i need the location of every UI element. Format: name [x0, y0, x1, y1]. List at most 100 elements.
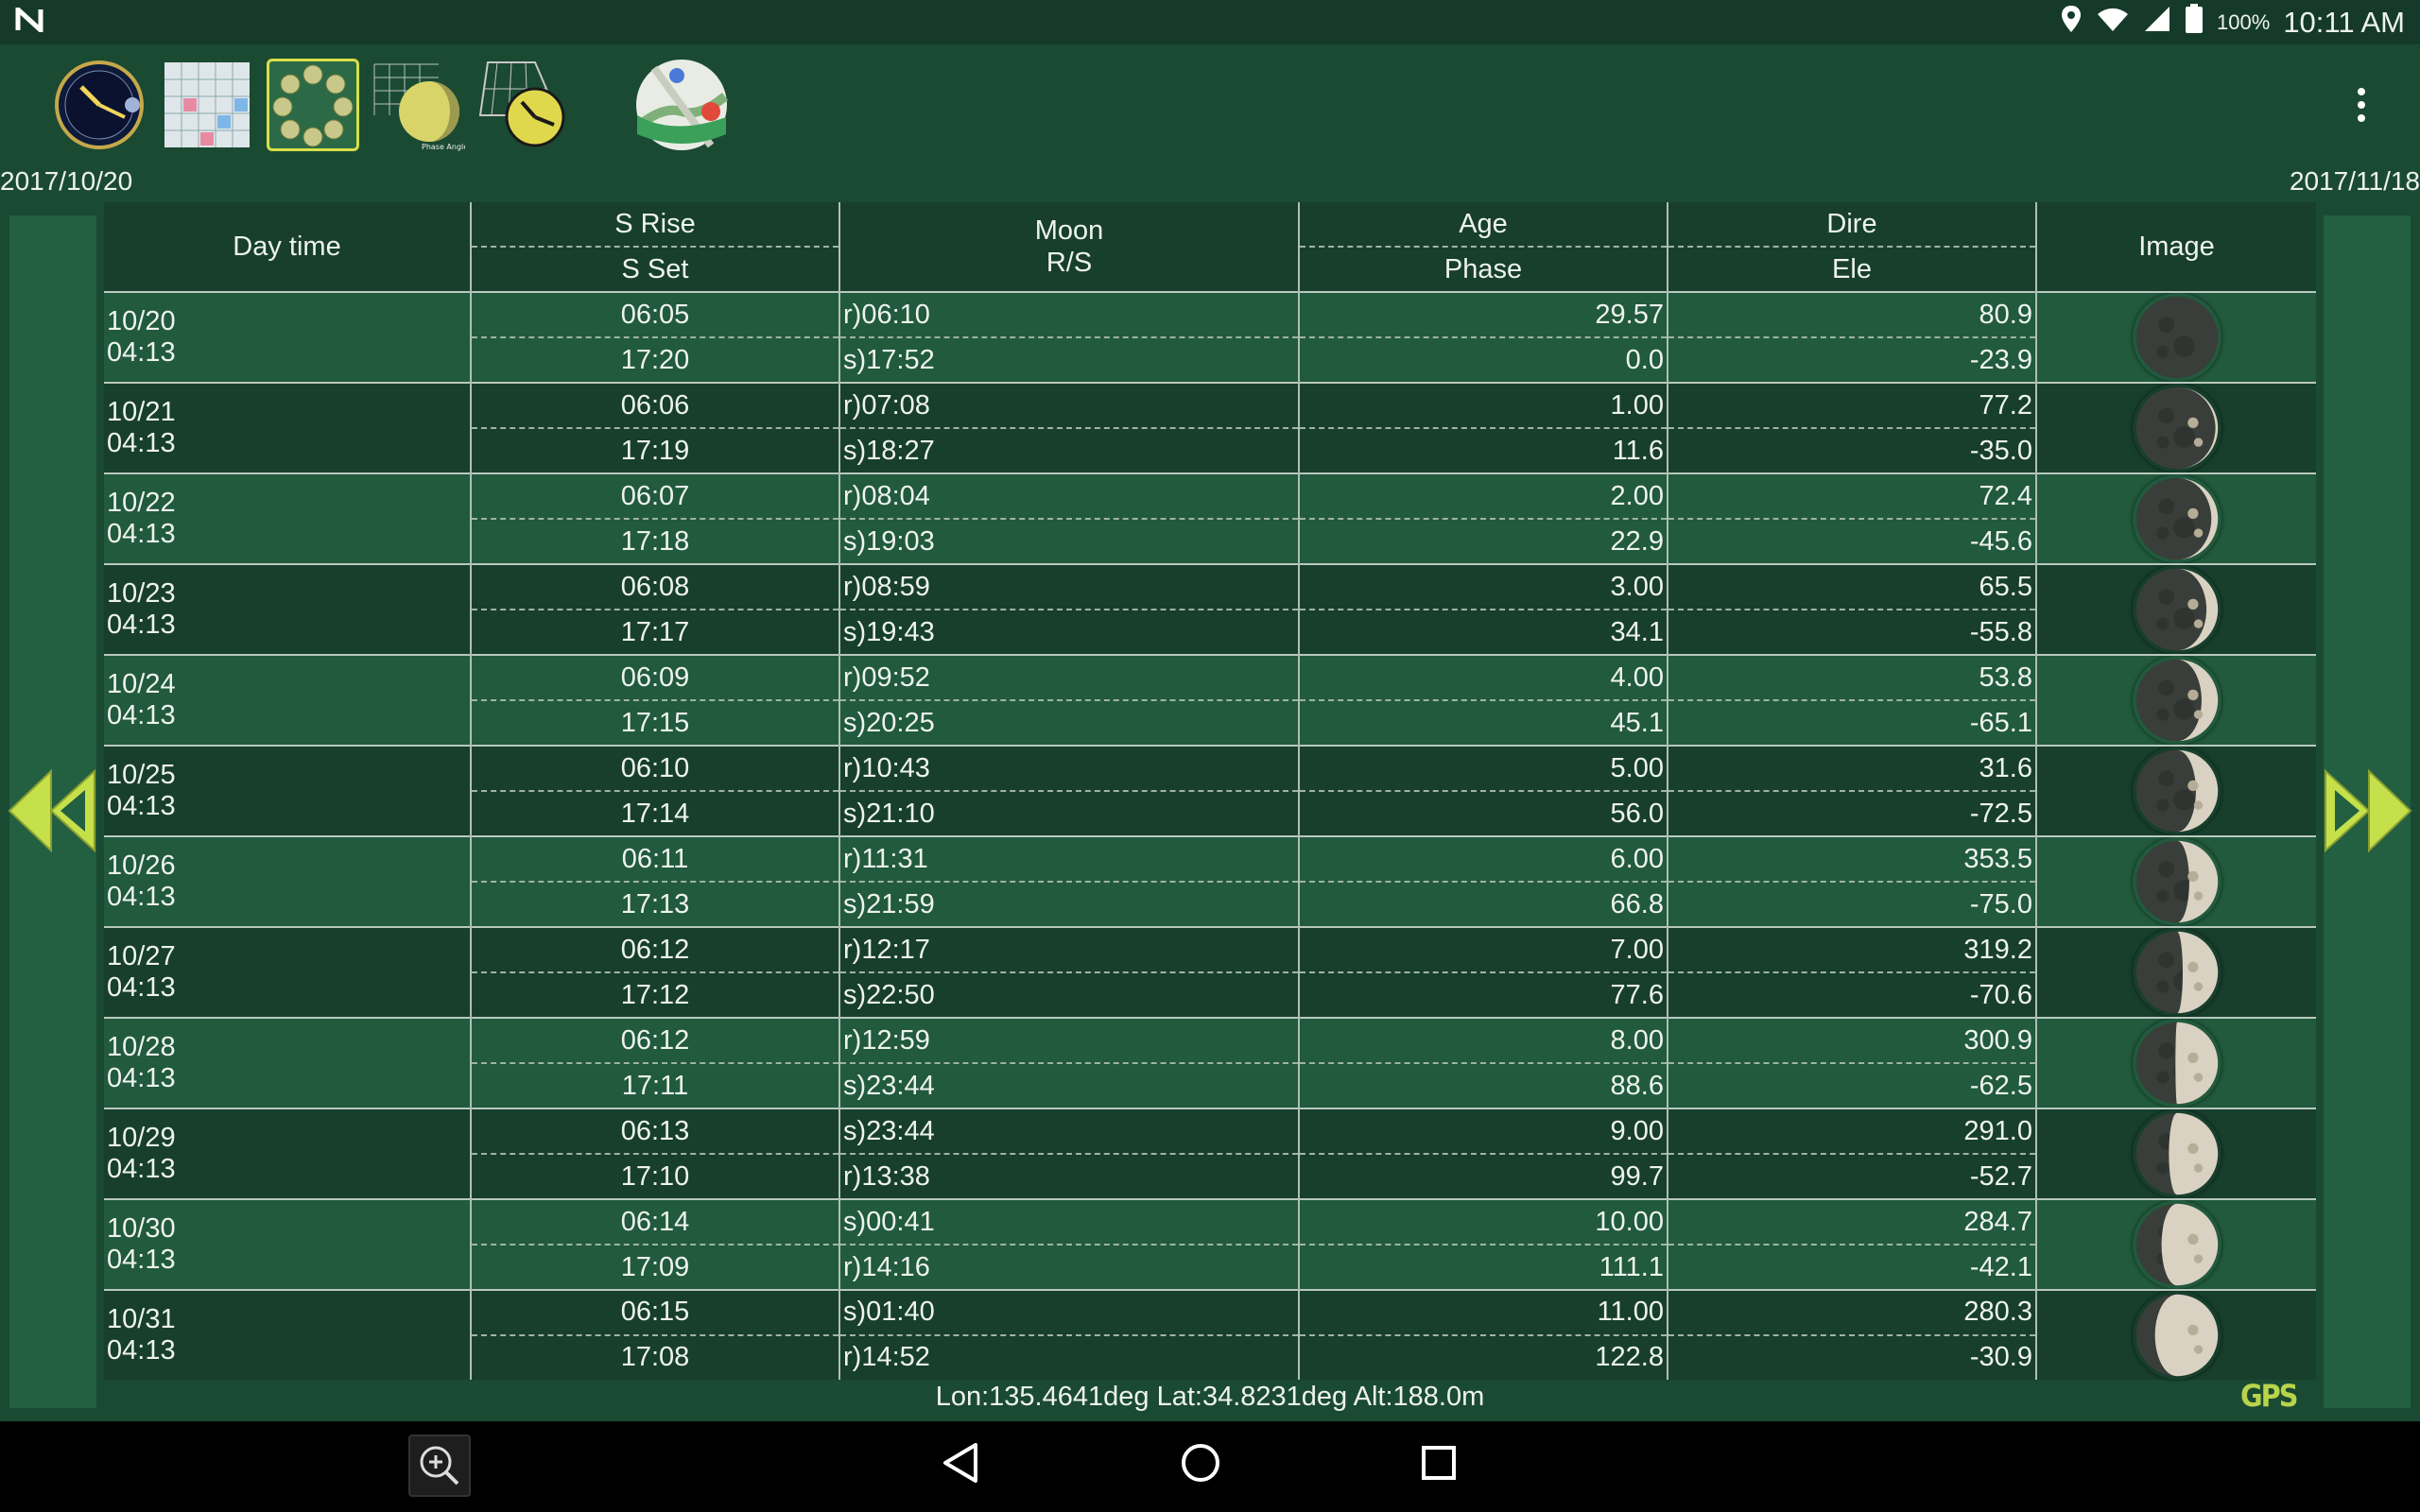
- moon-phase-icon: [2040, 1019, 2313, 1108]
- cell-direction: 284.7: [1667, 1199, 2036, 1245]
- cell-elevation: -70.6: [1667, 971, 2036, 1018]
- cell-sun-rise: 06:09: [470, 655, 839, 700]
- cell-time: 04:13: [107, 337, 176, 368]
- table-row: 10/27 04:13 06:12 r)12:17 7.00 319.2: [104, 927, 2316, 1018]
- cell-phase: 34.1: [1298, 609, 1668, 655]
- cell-sun-rise: 06:14: [470, 1199, 839, 1245]
- phase-angle-caption: Phase Angle: [422, 143, 465, 151]
- moon-phase-icon: [2040, 565, 2313, 654]
- map-icon[interactable]: [635, 59, 729, 151]
- header-day-time: Day time: [104, 202, 471, 292]
- cell-moon-event-1: r)10:43: [838, 746, 1299, 791]
- cell-moon-event-1: r)12:59: [838, 1018, 1299, 1063]
- cell-moon-event-2: s)21:59: [838, 881, 1299, 927]
- cell-moon-event-2: r)14:16: [838, 1244, 1299, 1290]
- clock-dial-icon[interactable]: [53, 59, 146, 151]
- cell-age: 6.00: [1298, 836, 1668, 882]
- cell-date: 10/26: [107, 850, 176, 881]
- cell-elevation: -52.7: [1667, 1153, 2036, 1199]
- cell-date-time: 10/29 04:13: [104, 1108, 471, 1199]
- cell-elevation: -65.1: [1667, 699, 2036, 746]
- cell-moon-event-1: r)08:59: [838, 564, 1299, 610]
- cell-elevation: -42.1: [1667, 1244, 2036, 1290]
- cell-sun-rise: 06:11: [470, 836, 839, 882]
- zoom-in-icon[interactable]: [408, 1435, 471, 1497]
- ephemeris-table: Day time S Rise Moon R/S Age Dire Image …: [104, 202, 2316, 1380]
- cell-direction: 300.9: [1667, 1018, 2036, 1063]
- cell-moon-image: [2035, 1108, 2316, 1199]
- cell-sun-set: 17:13: [470, 881, 839, 927]
- cell-moon-image: [2035, 836, 2316, 927]
- cell-sun-rise: 06:12: [470, 1018, 839, 1063]
- cell-date-time: 10/24 04:13: [104, 655, 471, 746]
- cell-phase: 0.0: [1298, 336, 1668, 383]
- system-nav-bar: [0, 1421, 2420, 1512]
- cell-date: 10/23: [107, 578, 176, 609]
- cell-elevation: -30.9: [1667, 1333, 2036, 1380]
- cell-date-time: 10/30 04:13: [104, 1199, 471, 1290]
- cell-moon-event-1: s)00:41: [838, 1199, 1299, 1245]
- moon-phase-grid-icon[interactable]: [267, 59, 359, 151]
- next-page-arrow-icon[interactable]: [2322, 765, 2412, 856]
- cell-moon-event-1: r)09:52: [838, 655, 1299, 700]
- cell-time: 04:13: [107, 1154, 176, 1184]
- cell-moon-image: [2035, 473, 2316, 564]
- calendar-grid-icon[interactable]: [161, 59, 253, 151]
- header-direction: Dire: [1667, 202, 2036, 247]
- cell-time: 04:13: [107, 1335, 176, 1366]
- cell-phase: 66.8: [1298, 881, 1668, 927]
- moon-phase-icon: [2040, 384, 2313, 472]
- cell-date: 10/24: [107, 669, 176, 699]
- home-icon[interactable]: [1180, 1442, 1221, 1488]
- cell-time: 04:13: [107, 791, 176, 821]
- cell-direction: 65.5: [1667, 564, 2036, 610]
- status-bar: 100% 10:11 AM: [0, 0, 2420, 44]
- header-sun-rise: S Rise: [470, 202, 839, 247]
- moon-phase-icon: [2040, 293, 2313, 382]
- table-row: 10/23 04:13 06:08 r)08:59 3.00 65.5: [104, 564, 2316, 655]
- moon-phase-icon: [2040, 1291, 2313, 1380]
- cell-moon-event-1: s)23:44: [838, 1108, 1299, 1154]
- cell-moon-event-1: r)12:17: [838, 927, 1299, 972]
- battery-icon: [2185, 3, 2204, 42]
- cell-sun-rise: 06:05: [470, 292, 839, 337]
- cell-moon-event-2: r)13:38: [838, 1153, 1299, 1199]
- cell-time: 04:13: [107, 519, 176, 549]
- cell-time: 04:13: [107, 882, 176, 912]
- cell-date: 10/29: [107, 1123, 176, 1153]
- cell-date-time: 10/20 04:13: [104, 292, 471, 383]
- gps-badge[interactable]: GPS: [2240, 1378, 2298, 1414]
- overflow-menu-icon[interactable]: [2350, 87, 2373, 125]
- back-icon[interactable]: [942, 1442, 979, 1488]
- cell-sun-rise: 06:10: [470, 746, 839, 791]
- cell-phase: 88.6: [1298, 1062, 1668, 1108]
- header-moon: Moon R/S: [838, 202, 1299, 292]
- cell-date: 10/25: [107, 760, 176, 790]
- moon-phase-icon: [2040, 928, 2313, 1017]
- cell-moon-event-1: r)08:04: [838, 473, 1299, 519]
- prev-page-arrow-icon[interactable]: [8, 765, 98, 856]
- recents-icon[interactable]: [1420, 1442, 1458, 1488]
- cell-phase: 77.6: [1298, 971, 1668, 1018]
- toolbar: [0, 44, 2420, 165]
- cell-moon-event-1: r)06:10: [838, 292, 1299, 337]
- cell-direction: 280.3: [1667, 1290, 2036, 1335]
- cell-phase: 22.9: [1298, 518, 1668, 564]
- cell-elevation: -62.5: [1667, 1062, 2036, 1108]
- cell-direction: 77.2: [1667, 383, 2036, 428]
- cell-sun-set: 17:09: [470, 1244, 839, 1290]
- wifi-icon: [2096, 5, 2130, 41]
- cell-moon-event-2: s)19:03: [838, 518, 1299, 564]
- cell-elevation: -72.5: [1667, 790, 2036, 836]
- phase-angle-grid-icon[interactable]: Phase Angle: [372, 59, 468, 151]
- cell-date: 10/22: [107, 488, 176, 518]
- cell-direction: 353.5: [1667, 836, 2036, 882]
- header-moon-label: Moon: [1034, 215, 1104, 246]
- table-row: 10/30 04:13 06:14 s)00:41 10.00 284.7: [104, 1199, 2316, 1290]
- sun-path-clock-icon[interactable]: [478, 59, 571, 151]
- cell-age: 7.00: [1298, 927, 1668, 972]
- cell-age: 10.00: [1298, 1199, 1668, 1245]
- table-row: 10/20 04:13 06:05 r)06:10 29.57 80.9: [104, 292, 2316, 383]
- cell-moon-image: [2035, 564, 2316, 655]
- cell-date-time: 10/26 04:13: [104, 836, 471, 927]
